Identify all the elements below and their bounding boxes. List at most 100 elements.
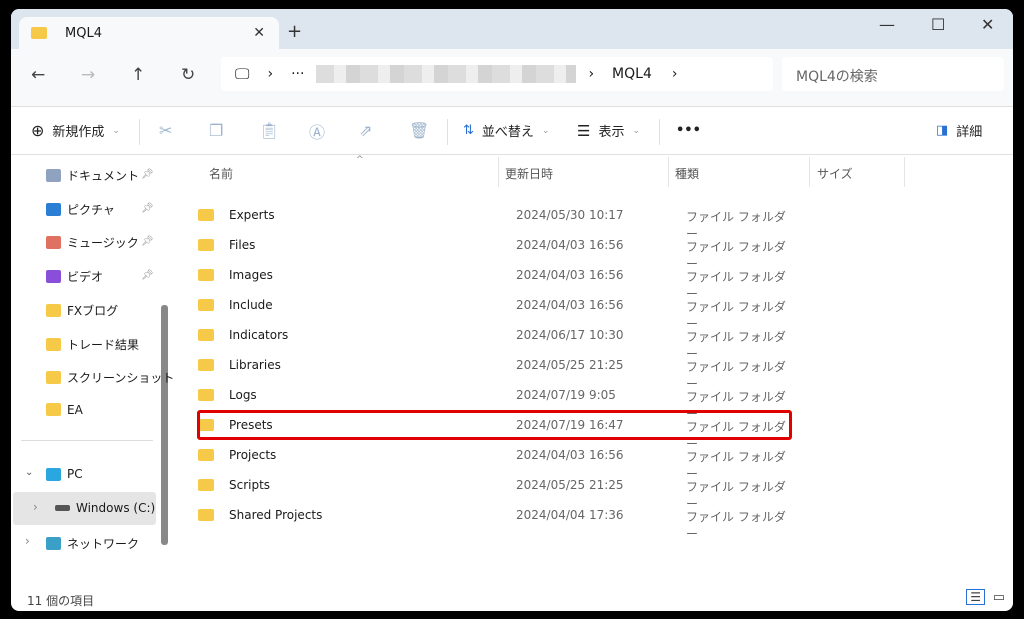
file-row[interactable]: Include 2024/04/03 16:56 ファイル フォルダー	[186, 290, 786, 331]
new-button[interactable]: ⊕ 新規作成 ⌄	[31, 121, 120, 140]
sidebar-item[interactable]: ミュージック	[46, 234, 139, 251]
title-bar: MQL4 ✕ + — ☐ ✕	[11, 9, 1013, 49]
delete-icon[interactable]: 🗑︎	[409, 121, 429, 140]
new-tab-button[interactable]: +	[287, 21, 302, 42]
folder-icon	[198, 359, 214, 371]
chevron-right-icon[interactable]: ›	[672, 66, 678, 82]
sidebar-item[interactable]: ビデオ	[46, 268, 103, 285]
close-window-button[interactable]: ✕	[981, 15, 994, 34]
folder-icon	[31, 27, 47, 39]
pin-icon: 📌︎	[141, 270, 154, 282]
cut-icon[interactable]: ✂	[159, 121, 172, 140]
sidebar-item-drive[interactable]: Windows (C:)	[55, 501, 155, 515]
file-name: Experts	[229, 208, 275, 222]
folder-icon	[198, 299, 214, 311]
close-tab-icon[interactable]: ✕	[253, 25, 265, 41]
file-name: Projects	[229, 448, 277, 462]
back-button[interactable]: ←	[31, 65, 45, 85]
file-row[interactable]: Indicators 2024/06/17 10:30 ファイル フォルダー	[186, 320, 786, 361]
chevron-right-icon: ›	[267, 66, 274, 82]
picture-icon	[46, 202, 61, 216]
column-name[interactable]: 名前	[209, 165, 233, 182]
sidebar-item-pc[interactable]: PC	[46, 467, 83, 481]
tab-mql4[interactable]: MQL4 ✕	[19, 17, 279, 49]
network-icon	[46, 537, 61, 550]
pin-icon: 📌︎	[141, 202, 154, 214]
search-input[interactable]: MQL4の検索	[782, 57, 1004, 91]
pc-icon	[46, 467, 61, 481]
sort-button[interactable]: ⇅ 並べ替え ⌄	[463, 121, 549, 140]
copy-icon[interactable]: ❐	[209, 121, 223, 140]
chevron-down-icon[interactable]: ⌄	[25, 467, 33, 478]
folder-icon	[198, 449, 214, 461]
folder-icon	[198, 209, 214, 221]
tiles-view-button[interactable]: ▭	[993, 590, 1005, 605]
pin-icon: 📌︎	[141, 236, 154, 248]
paste-icon[interactable]: 📋︎	[259, 121, 279, 140]
sidebar-item[interactable]: ドキュメント	[46, 167, 139, 184]
chevron-right-icon: ›	[588, 66, 595, 82]
navigation-pane: ⌄ PC › Windows (C:) › ネットワーク ドキュメント 📌︎ ピクチ…	[11, 155, 174, 587]
file-row[interactable]: Libraries 2024/05/25 21:25 ファイル フォルダー	[186, 350, 786, 391]
column-type[interactable]: 種類	[675, 165, 699, 182]
file-name: Files	[229, 238, 256, 252]
rename-icon[interactable]: Ⓐ	[309, 119, 325, 143]
sidebar-item[interactable]: トレード結果	[46, 336, 139, 353]
file-date: 2024/04/03 16:56	[516, 298, 624, 312]
column-size[interactable]: サイズ	[817, 165, 853, 182]
minimize-button[interactable]: —	[879, 15, 895, 34]
view-button[interactable]: ☰ 表示 ⌄	[577, 121, 640, 141]
file-date: 2024/05/25 21:25	[516, 358, 624, 372]
file-date: 2024/04/03 16:56	[516, 238, 624, 252]
file-name: Shared Projects	[229, 508, 323, 522]
drive-icon	[55, 505, 70, 511]
item-count: 11 個の項目	[27, 594, 95, 608]
document-icon	[46, 169, 61, 182]
folder-icon	[46, 371, 61, 385]
video-icon	[46, 270, 61, 284]
file-row[interactable]: Scripts 2024/05/25 21:25 ファイル フォルダー	[186, 470, 786, 511]
chevron-right-icon[interactable]: ›	[33, 500, 38, 514]
maximize-button[interactable]: ☐	[931, 15, 945, 34]
file-date: 2024/05/30 10:17	[516, 208, 624, 222]
details-button[interactable]: ◨ 詳細	[936, 121, 982, 140]
file-name: Libraries	[229, 358, 281, 372]
navigation-bar: ← → ↑ ↻ 🖵 › ··· › MQL4 › MQL4の検索	[11, 49, 1013, 107]
folder-icon	[198, 329, 214, 341]
chevron-right-icon[interactable]: ›	[25, 534, 30, 548]
refresh-button[interactable]: ↻	[181, 65, 195, 85]
scrollbar[interactable]	[161, 305, 168, 545]
file-date: 2024/05/25 21:25	[516, 478, 624, 492]
file-row[interactable]: Projects 2024/04/03 16:56 ファイル フォルダー	[186, 440, 786, 481]
more-path-button[interactable]: ···	[291, 66, 304, 82]
blurred-path	[316, 65, 577, 83]
share-icon[interactable]: ⇗	[359, 121, 372, 140]
forward-button[interactable]: →	[81, 65, 95, 85]
up-button[interactable]: ↑	[131, 65, 145, 85]
sidebar-item[interactable]: EA	[46, 403, 83, 417]
highlight-box	[197, 410, 792, 440]
pc-icon: 🖵	[235, 65, 250, 83]
file-name: Indicators	[229, 328, 289, 342]
file-row[interactable]: Shared Projects 2024/04/04 17:36 ファイル フォルダ…	[186, 500, 786, 541]
file-row[interactable]: Experts 2024/05/30 10:17 ファイル フォルダー	[186, 200, 786, 241]
folder-icon	[46, 403, 61, 417]
file-row[interactable]: Files 2024/04/03 16:56 ファイル フォルダー	[186, 230, 786, 271]
more-button[interactable]: •••	[676, 123, 701, 138]
column-date[interactable]: 更新日時	[505, 165, 553, 182]
file-name: Logs	[229, 388, 257, 402]
file-explorer-window: MQL4 ✕ + — ☐ ✕ ← → ↑ ↻ 🖵 › ··· › MQL4 › …	[11, 9, 1013, 611]
breadcrumb-current[interactable]: MQL4	[612, 66, 652, 82]
pin-icon: 📌︎	[141, 169, 154, 180]
file-row[interactable]: Images 2024/04/03 16:56 ファイル フォルダー	[186, 260, 786, 301]
file-date: 2024/07/19 9:05	[516, 388, 616, 402]
file-row[interactable]: Logs 2024/07/19 9:05 ファイル フォルダー	[186, 380, 786, 421]
sidebar-item[interactable]: FXブログ	[46, 302, 118, 319]
file-type: ファイル フォルダー	[686, 510, 786, 541]
sidebar-item[interactable]: ピクチャ	[46, 201, 115, 218]
details-view-button[interactable]: ☰	[966, 589, 985, 605]
sidebar-item[interactable]: スクリーンショット	[46, 369, 174, 386]
sidebar-item-network[interactable]: ネットワーク	[46, 535, 139, 552]
file-name: Scripts	[229, 478, 271, 492]
address-bar[interactable]: 🖵 › ··· › MQL4 ›	[221, 57, 773, 91]
